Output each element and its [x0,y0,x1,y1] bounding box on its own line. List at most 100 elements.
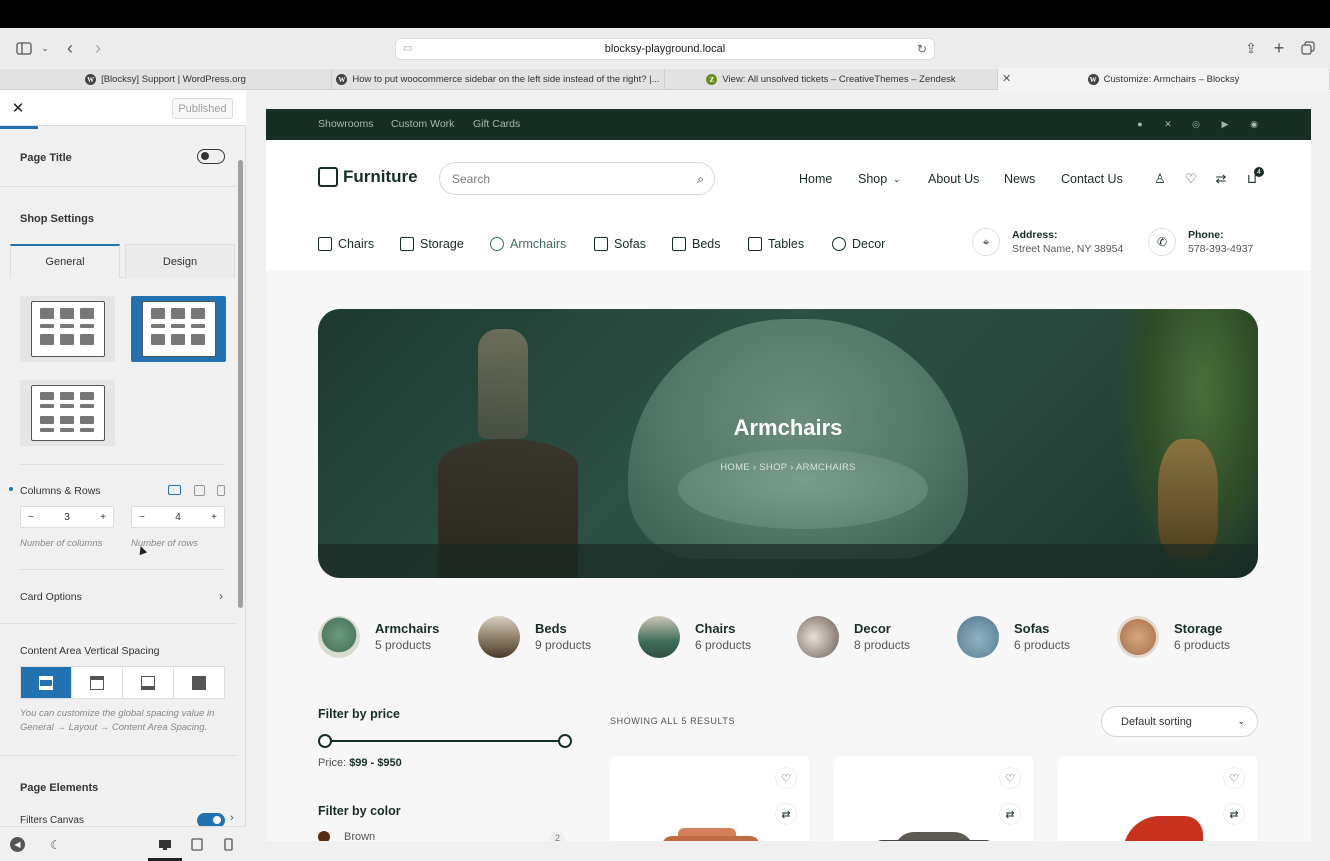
wishlist-icon[interactable]: ♡ [1183,171,1199,187]
desktop-preview-icon[interactable] [157,837,172,852]
account-icon[interactable]: ♙ [1152,171,1168,187]
spacing-top-bottom-option[interactable] [21,667,72,698]
tablet-icon[interactable] [194,485,205,496]
instagram-icon[interactable]: ◎ [1190,118,1202,130]
sort-select[interactable]: Default sorting ⌄ [1101,706,1258,737]
top-link-custom-work[interactable]: Custom Work [391,118,454,130]
rows-value[interactable]: 4 [175,512,181,523]
compare-icon[interactable]: ⇄ [1000,804,1020,824]
layout-option-3[interactable] [20,380,115,446]
category-card-beds[interactable]: Beds 9 products [478,616,591,658]
youtube-icon[interactable]: ▶ [1219,118,1231,130]
cat-nav-decor[interactable]: Decor [832,237,885,251]
chevron-down-icon[interactable]: ⌄ [893,174,901,185]
tab-general[interactable]: General [10,244,120,278]
search-icon[interactable]: ⌕ [697,172,704,187]
cat-nav-armchairs[interactable]: Armchairs [490,237,566,251]
chevron-down-icon[interactable]: ⌄ [35,38,55,58]
increment-button[interactable]: + [100,512,106,523]
decrement-button[interactable]: − [139,512,145,523]
product-card[interactable]: ♡ ⇄ [1058,756,1258,841]
divider [0,755,236,756]
nav-news[interactable]: News [1004,172,1035,186]
compare-icon[interactable]: ⇄ [776,804,796,824]
tab-design[interactable]: Design [125,244,235,278]
publish-button[interactable]: Published [172,98,233,119]
price-slider-max-handle[interactable] [558,734,572,748]
category-card-armchairs[interactable]: Armchairs 5 products [318,616,439,658]
color-filter-brown[interactable]: Brown [318,831,375,841]
reload-icon[interactable]: ↻ [917,42,927,56]
tab-wordpress-support[interactable]: W [Blocksy] Support | WordPress.org [0,69,332,90]
desktop-icon[interactable] [168,485,181,495]
forward-icon[interactable]: › [88,38,108,58]
url-bar[interactable]: ▭ blocksy-playground.local ↻ [395,38,935,60]
nav-shop[interactable]: Shop [858,172,887,186]
collapse-panel-icon[interactable]: ◀ [10,837,25,852]
close-icon[interactable]: ✕ [8,98,28,118]
spacing-top-option[interactable] [72,667,123,698]
nav-home[interactable]: Home [799,172,832,186]
increment-button[interactable]: + [211,512,217,523]
price-slider-min-handle[interactable] [318,734,332,748]
page-title-toggle[interactable] [197,149,225,164]
compare-icon[interactable]: ⇄ [1213,171,1229,187]
facebook-icon[interactable]: ● [1134,118,1146,130]
wishlist-icon[interactable]: ♡ [776,768,796,788]
dark-mode-icon[interactable]: ☾ [48,837,63,852]
compare-icon[interactable]: ⇄ [1224,804,1244,824]
product-card[interactable]: ♡ ⇄ [610,756,810,841]
category-card-sofas[interactable]: Sofas 6 products [957,616,1070,658]
phone-value[interactable]: 578-393-4937 [1188,242,1253,256]
wishlist-icon[interactable]: ♡ [1224,768,1244,788]
card-options-label[interactable]: Card Options [20,591,82,603]
product-card[interactable]: ♡ ⇄ [834,756,1034,841]
spacing-none-option[interactable] [174,667,224,698]
breadcrumb[interactable]: HOME › SHOP › ARMCHAIRS [318,462,1258,473]
spacing-bottom-option[interactable] [123,667,174,698]
chevron-right-icon[interactable]: › [219,589,223,603]
layout-option-1[interactable] [20,296,115,362]
nav-about-us[interactable]: About Us [928,172,979,186]
tab-zendesk[interactable]: Z View: All unsolved tickets – CreativeTh… [665,69,998,90]
spacing-help: You can customize the global spacing val… [20,708,215,733]
decrement-button[interactable]: − [28,512,34,523]
tab-woocommerce-sidebar[interactable]: W How to put woocommerce sidebar on the l… [332,69,665,90]
cat-nav-tables[interactable]: Tables [748,237,804,251]
mobile-icon[interactable] [217,485,225,496]
back-icon[interactable]: ‹ [60,38,80,58]
nav-contact-us[interactable]: Contact Us [1061,172,1123,186]
tablet-preview-icon[interactable] [189,837,204,852]
whatsapp-icon[interactable]: ◉ [1248,118,1260,130]
tab-overview-icon[interactable] [1298,38,1318,58]
category-card-chairs[interactable]: Chairs 6 products [638,616,751,658]
search-input[interactable]: Search ⌕ [439,162,715,195]
columns-stepper[interactable]: − 3 + [20,506,114,528]
price-slider-track[interactable] [324,740,564,742]
cat-nav-beds[interactable]: Beds [672,237,721,251]
top-link-gift-cards[interactable]: Gift Cards [473,118,520,130]
tab-customize[interactable]: W Customize: Armchairs – Blocksy [998,69,1330,90]
top-link-showrooms[interactable]: Showrooms [318,118,373,130]
cat-nav-storage[interactable]: Storage [400,237,464,251]
panel-scrollbar[interactable] [238,160,243,608]
category-card-storage[interactable]: Storage 6 products [1117,616,1230,658]
new-tab-icon[interactable]: + [1269,38,1289,58]
brown-swatch [318,831,330,841]
chevron-right-icon[interactable]: › [230,812,234,824]
x-icon[interactable]: ✕ [1162,118,1174,130]
cat-nav-sofas[interactable]: Sofas [594,237,646,251]
cat-nav-chairs[interactable]: Chairs [318,237,374,251]
close-tab-icon[interactable]: ✕ [1002,72,1011,85]
columns-rows-label: Columns & Rows [20,485,101,497]
rows-stepper[interactable]: − 4 + [131,506,225,528]
layout-option-2[interactable] [131,296,226,362]
wishlist-icon[interactable]: ♡ [1000,768,1020,788]
category-card-decor[interactable]: Decor 8 products [797,616,910,658]
site-settings-icon[interactable]: ▭ [403,43,415,55]
mobile-preview-icon[interactable] [221,837,236,852]
share-icon[interactable]: ⇪ [1241,38,1261,58]
columns-value[interactable]: 3 [64,512,70,523]
sidebar-toggle-icon[interactable] [14,38,34,58]
site-logo[interactable]: Furniture [318,167,418,187]
